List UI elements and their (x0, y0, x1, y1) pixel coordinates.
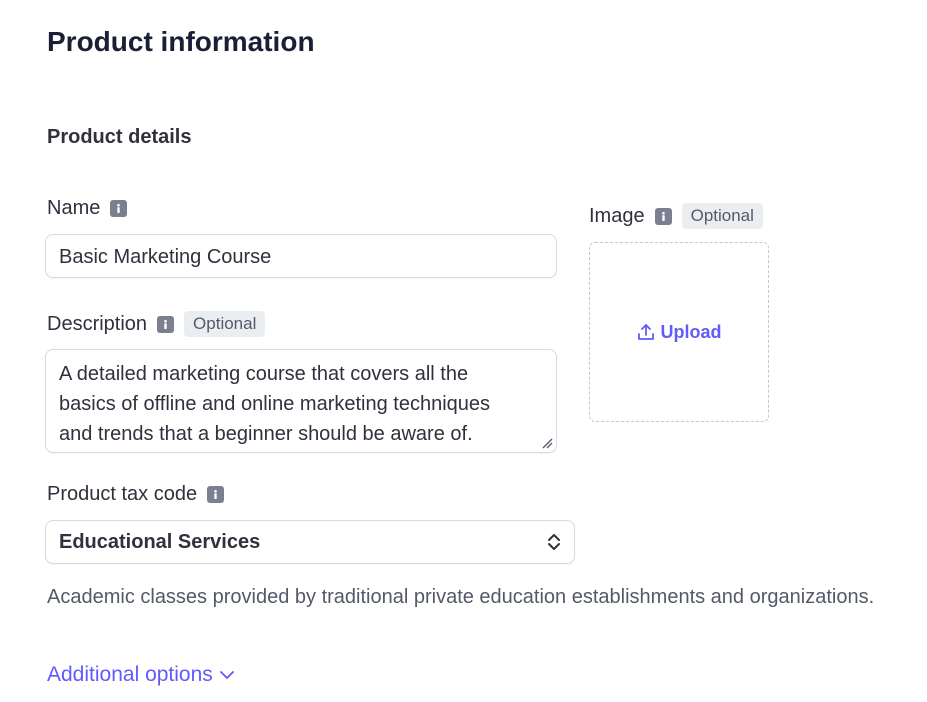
description-label: Description (47, 312, 148, 335)
image-label-row: Image Optional (589, 203, 763, 229)
description-line: basics of offline and online marketing t… (59, 393, 491, 415)
upload-button[interactable]: Upload (661, 322, 722, 343)
image-upload-dropzone[interactable]: Upload (589, 242, 769, 422)
upload-icon (637, 324, 654, 340)
tax-code-selected-value: Educational Services (59, 531, 261, 553)
chevron-up-down-icon (548, 534, 560, 550)
name-label: Name (47, 197, 101, 219)
description-textarea[interactable]: A detailed marketing course that covers … (45, 349, 557, 453)
description-line: and trends that a beginner should be awa… (59, 423, 473, 445)
additional-options-link[interactable]: Additional options (47, 663, 235, 687)
optional-badge: Optional (184, 311, 266, 337)
name-label-row: Name (47, 197, 128, 220)
description-line: A detailed marketing course that covers … (59, 363, 469, 385)
tax-code-label: Product tax code (47, 483, 198, 505)
page-title: Product information (47, 26, 315, 57)
image-label: Image (589, 204, 645, 227)
info-icon[interactable] (157, 315, 175, 333)
info-icon[interactable] (654, 207, 672, 225)
tax-code-select[interactable]: Educational Services (45, 520, 575, 564)
info-icon[interactable] (110, 200, 128, 217)
resize-handle-icon[interactable] (541, 437, 553, 449)
description-label-row: Description Optional (47, 311, 266, 337)
chevron-down-icon (219, 671, 234, 679)
optional-badge: Optional (681, 203, 763, 229)
info-icon[interactable] (207, 486, 225, 503)
name-input[interactable]: Basic Marketing Course (45, 234, 557, 278)
tax-code-label-row: Product tax code (47, 483, 225, 506)
section-title: Product details (47, 126, 192, 148)
additional-options-label: Additional options (47, 663, 213, 686)
tax-code-helper-text: Academic classes provided by traditional… (47, 586, 875, 608)
